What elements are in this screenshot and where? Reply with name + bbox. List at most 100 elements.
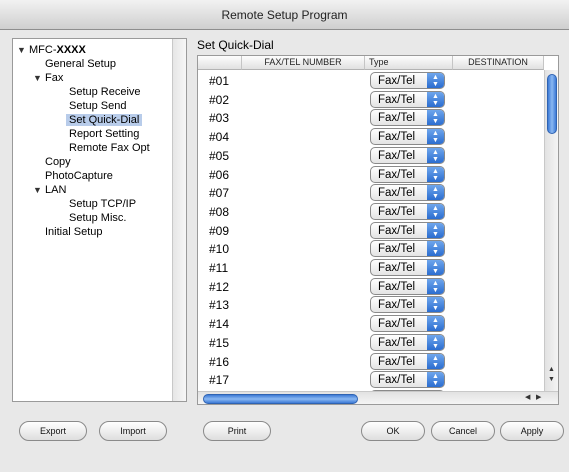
tree-item-general-setup[interactable]: General Setup [45, 57, 116, 72]
disclosure-triangle-icon[interactable]: ▼ [33, 71, 42, 86]
column-header-fax-tel[interactable]: FAX/TEL NUMBER [242, 56, 365, 70]
type-select[interactable]: Fax/Tel ▲▼ [370, 371, 445, 389]
tree-item-set-quick-dial[interactable]: Set Quick-Dial [66, 113, 143, 128]
table-row: #10 Fax/Tel ▲ ▼ [198, 239, 544, 258]
ok-button[interactable]: OK [361, 421, 425, 441]
table-row: #09 Fax/Tel ▲ ▼ [198, 221, 544, 240]
select-arrows-icon[interactable]: ▲▼ [427, 73, 444, 88]
scroll-up-arrow-icon[interactable]: ▲ [548, 366, 555, 373]
type-select[interactable]: Fax/Tel ▲▼ [370, 333, 445, 351]
type-select-value: Fax/Tel [378, 131, 416, 144]
tree-item-lan[interactable]: ▼ LAN [33, 183, 66, 198]
column-header-type[interactable]: Type [365, 56, 453, 70]
scroll-left-arrow-icon[interactable]: ◀ [525, 393, 530, 401]
select-arrows-icon[interactable]: ▲▼ [427, 260, 444, 275]
column-header-number [198, 56, 242, 70]
type-select[interactable]: Fax/Tel ▲▼ [370, 184, 445, 202]
quick-dial-number: #16 [209, 354, 230, 369]
settings-tree: ▼ MFC-XXXX General Setup ▼ Fax Setup Receive S… [12, 38, 187, 402]
type-select[interactable]: Fax/Tel ▲▼ [370, 128, 445, 146]
select-arrows-icon[interactable]: ▲▼ [427, 278, 444, 294]
type-select[interactable]: Fax/Tel ▲▼ [370, 221, 445, 239]
window-title: Remote Setup Program [221, 8, 348, 22]
type-select-value: Fax/Tel [378, 168, 416, 181]
vertical-scroll-thumb[interactable] [547, 74, 557, 134]
select-arrows-icon[interactable]: ▲▼ [427, 203, 444, 219]
table-vertical-scrollbar[interactable]: ▲ ▼ [544, 70, 558, 391]
type-select-value: Fax/Tel [378, 187, 416, 200]
type-select[interactable]: Fax/Tel ▲▼ [370, 202, 445, 220]
tree-item-setup-send[interactable]: Setup Send [69, 99, 127, 114]
type-select[interactable]: Fax/Tel ▲▼ [370, 109, 445, 127]
type-select-value: Fax/Tel [378, 149, 416, 162]
select-arrows-icon[interactable]: ▲▼ [427, 334, 444, 350]
scroll-down-arrow-icon[interactable]: ▼ [548, 376, 555, 383]
tree-item-photocapture[interactable]: PhotoCapture [45, 169, 113, 184]
export-button[interactable]: Export [19, 421, 87, 441]
select-arrows-icon[interactable]: ▲▼ [427, 241, 444, 257]
type-select-value: Fax/Tel [378, 112, 416, 125]
type-select[interactable]: Fax/Tel ▲▼ [370, 352, 445, 370]
type-select[interactable]: Fax/Tel ▲▼ [370, 240, 445, 258]
title-bar: Remote Setup Program [0, 0, 569, 30]
quick-dial-number: #14 [209, 317, 230, 332]
type-select-value: Fax/Tel [378, 243, 416, 256]
type-select[interactable]: Fax/Tel ▲▼ [370, 277, 445, 295]
table-row: #16 Fax/Tel ▲ ▼ [198, 352, 544, 371]
table-row: #01 Fax/Tel ▲ ▼ [198, 71, 544, 90]
apply-button[interactable]: Apply [500, 421, 564, 441]
type-select[interactable]: Fax/Tel ▲▼ [370, 165, 445, 183]
scroll-right-arrow-icon[interactable]: ▶ [536, 393, 541, 401]
table-row: #05 Fax/Tel ▲ ▼ [198, 146, 544, 165]
select-arrows-icon[interactable]: ▲▼ [427, 372, 444, 388]
select-arrows-icon[interactable]: ▲▼ [427, 166, 444, 182]
select-arrows-icon[interactable]: ▲▼ [427, 129, 444, 145]
tree-item-mfc-xxxx[interactable]: ▼ MFC-XXXX [17, 43, 86, 58]
type-select-value: Fax/Tel [378, 280, 416, 293]
disclosure-triangle-icon[interactable]: ▼ [17, 43, 26, 58]
type-select[interactable]: Fax/Tel ▲▼ [370, 72, 445, 89]
select-arrows-icon[interactable]: ▲▼ [427, 147, 444, 163]
horizontal-scroll-thumb[interactable] [203, 394, 358, 404]
select-arrows-icon[interactable]: ▲▼ [427, 353, 444, 369]
type-select[interactable]: Fax/Tel ▲▼ [370, 146, 445, 164]
tree-item-label: Set Quick-Dial [66, 114, 143, 126]
select-arrows-icon[interactable]: ▲▼ [427, 185, 444, 201]
tree-item-copy[interactable]: Copy [45, 155, 71, 170]
type-select[interactable]: Fax/Tel ▲▼ [370, 315, 445, 333]
select-arrows-icon[interactable]: ▲▼ [427, 110, 444, 126]
select-arrows-icon[interactable]: ▲▼ [427, 316, 444, 332]
tree-item-setup-tcp-ip[interactable]: Setup TCP/IP [69, 197, 136, 212]
table-row: #14 Fax/Tel ▲ ▼ [198, 314, 544, 333]
select-arrows-icon[interactable]: ▲▼ [427, 297, 444, 313]
import-button[interactable]: Import [99, 421, 167, 441]
quick-dial-number: #02 [209, 92, 230, 107]
table-row: #15 Fax/Tel ▲ ▼ [198, 333, 544, 352]
type-select-value: Fax/Tel [378, 336, 416, 349]
table-row: #04 Fax/Tel ▲ ▼ [198, 127, 544, 146]
quick-dial-number: #03 [209, 111, 230, 126]
tree-item-setup-receive[interactable]: Setup Receive [69, 85, 141, 100]
quick-dial-number: #01 [209, 74, 230, 88]
type-select[interactable]: Fax/Tel ▲▼ [370, 90, 445, 108]
tree-scrollbar[interactable] [172, 39, 186, 401]
tree-item-label: Initial Setup [45, 226, 103, 238]
tree-item-setup-misc-[interactable]: Setup Misc. [69, 211, 126, 226]
tree-item-fax[interactable]: ▼ Fax [33, 71, 64, 86]
section-title: Set Quick-Dial [197, 38, 274, 52]
cancel-button[interactable]: Cancel [431, 421, 495, 441]
type-select[interactable]: Fax/Tel ▲▼ [370, 259, 445, 276]
tree-item-initial-setup[interactable]: Initial Setup [45, 225, 102, 240]
quick-dial-number: #05 [209, 148, 230, 163]
table-horizontal-scrollbar[interactable]: ◀ ▶ [198, 391, 558, 404]
print-button[interactable]: Print [203, 421, 271, 441]
tree-item-remote-fax-opt[interactable]: Remote Fax Opt [69, 141, 150, 156]
tree-item-label: Setup Send [69, 100, 127, 112]
disclosure-triangle-icon[interactable]: ▼ [33, 183, 42, 198]
type-select[interactable]: Fax/Tel ▲▼ [370, 296, 445, 314]
select-arrows-icon[interactable]: ▲▼ [427, 91, 444, 107]
tree-item-label: Fax [45, 72, 64, 84]
tree-item-report-setting[interactable]: Report Setting [69, 127, 139, 142]
select-arrows-icon[interactable]: ▲▼ [427, 222, 444, 238]
column-header-destination[interactable]: DESTINATION [453, 56, 544, 70]
